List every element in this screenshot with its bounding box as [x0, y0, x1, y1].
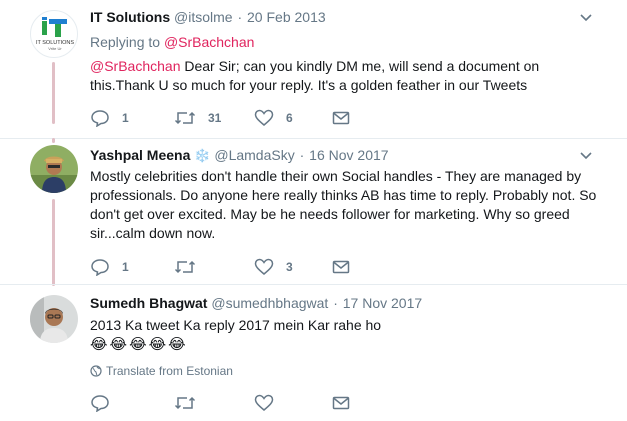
like-count: 6 — [286, 111, 293, 125]
avatar[interactable]: IT SOLUTIONS Vrite Ur — [30, 10, 78, 58]
tweet-text: 2013 Ka tweet Ka reply 2017 mein Kar rah… — [90, 317, 382, 333]
handle[interactable]: @sumedhbhagwat — [211, 295, 328, 311]
tweet-text: Mostly celebrities don't handle their ow… — [90, 168, 597, 241]
reply-icon — [91, 110, 109, 127]
dm-button[interactable] — [332, 108, 350, 128]
separator-dot: · — [333, 295, 338, 311]
display-name[interactable]: Sumedh Bhagwat — [90, 295, 207, 311]
tweet-text: @SrBachchan Dear Sir; can you kindly DM … — [90, 57, 550, 95]
replying-to: Replying to @SrBachchan — [90, 33, 254, 51]
replying-prefix: Replying to — [90, 34, 161, 50]
retweet-icon — [174, 111, 196, 125]
globe-icon — [90, 365, 102, 377]
tweet-actions: 1 31 6 — [90, 108, 390, 128]
reply-icon — [91, 259, 109, 276]
like-icon — [254, 109, 274, 126]
tweet-itsolutions[interactable]: IT SOLUTIONS Vrite Ur IT Solutions @itso… — [0, 0, 627, 138]
separator-dot: · — [237, 9, 243, 25]
reply-count: 1 — [122, 111, 129, 125]
dm-icon — [332, 260, 350, 274]
timestamp[interactable]: 16 Nov 2017 — [309, 147, 388, 163]
handle[interactable]: @itsolme — [174, 9, 233, 25]
dm-button[interactable] — [332, 393, 350, 413]
retweet-icon — [174, 260, 196, 274]
chevron-down-icon[interactable] — [579, 13, 593, 23]
timestamp[interactable]: 17 Nov 2017 — [343, 295, 422, 311]
display-name[interactable]: IT Solutions — [90, 9, 170, 25]
reply-button[interactable]: 1 — [90, 257, 129, 277]
laughing-emoji-icon: 😂 — [148, 335, 167, 353]
laughing-emoji-icon: 😂 — [109, 335, 128, 353]
snowflake-badge-icon: ❄️ — [194, 149, 211, 164]
retweet-button[interactable] — [174, 257, 208, 277]
retweet-icon — [174, 396, 196, 410]
laughing-emoji-icon: 😂 — [90, 335, 108, 353]
reply-button[interactable] — [90, 393, 110, 413]
separator-dot: · — [299, 147, 305, 163]
chevron-down-icon[interactable] — [579, 151, 593, 161]
reply-count: 1 — [122, 260, 129, 274]
replying-to-link[interactable]: @SrBachchan — [164, 34, 254, 50]
tweet-header: Sumedh Bhagwat @sumedhbhagwat · 17 Nov 2… — [90, 294, 422, 312]
logo-sub: Vrite Ur — [48, 46, 62, 51]
avatar-image — [30, 295, 78, 343]
retweet-count: 31 — [208, 111, 222, 125]
avatar[interactable] — [30, 145, 78, 193]
emoji-row: 😂 😂 😂 😂 😂 — [90, 335, 186, 353]
like-icon — [254, 258, 274, 275]
tweet-header: Yashpal Meena ❄️ @LamdaSky · 16 Nov 2017 — [90, 146, 389, 166]
laughing-emoji-icon: 😂 — [168, 335, 186, 353]
mention-link[interactable]: @SrBachchan — [90, 58, 180, 74]
tweet-header: IT Solutions @itsolme · 20 Feb 2013 — [90, 8, 326, 26]
reply-button[interactable]: 1 — [90, 108, 129, 128]
dm-icon — [332, 111, 350, 125]
laughing-emoji-icon: 😂 — [129, 335, 147, 353]
tweet-yashpal[interactable]: Yashpal Meena ❄️ @LamdaSky · 16 Nov 2017… — [0, 138, 627, 286]
dm-icon — [332, 396, 350, 410]
like-button[interactable]: 3 — [254, 257, 293, 277]
translate-label: Translate from Estonian — [106, 364, 233, 378]
reply-icon — [91, 395, 109, 412]
tweet-sumedh[interactable]: Sumedh Bhagwat @sumedhbhagwat · 17 Nov 2… — [0, 285, 627, 421]
thread-line — [52, 138, 55, 143]
handle[interactable]: @LamdaSky — [214, 147, 294, 163]
translate-link[interactable]: Translate from Estonian — [90, 364, 233, 378]
thread-line — [52, 199, 55, 286]
display-name[interactable]: Yashpal Meena — [90, 147, 190, 163]
like-button[interactable]: 6 — [254, 108, 293, 128]
tweet-actions: 1 3 — [90, 257, 390, 277]
avatar-image — [30, 145, 78, 193]
tweet-actions — [90, 393, 390, 413]
like-icon — [254, 394, 274, 411]
like-count: 3 — [286, 260, 293, 274]
timestamp[interactable]: 20 Feb 2013 — [247, 9, 326, 25]
avatar[interactable] — [30, 295, 78, 343]
it-solutions-logo: IT SOLUTIONS Vrite Ur — [36, 17, 74, 51]
retweet-button[interactable]: 31 — [174, 108, 221, 128]
like-button[interactable] — [254, 393, 274, 413]
thread-line — [52, 62, 55, 124]
dm-button[interactable] — [332, 257, 350, 277]
retweet-button[interactable] — [174, 393, 196, 413]
